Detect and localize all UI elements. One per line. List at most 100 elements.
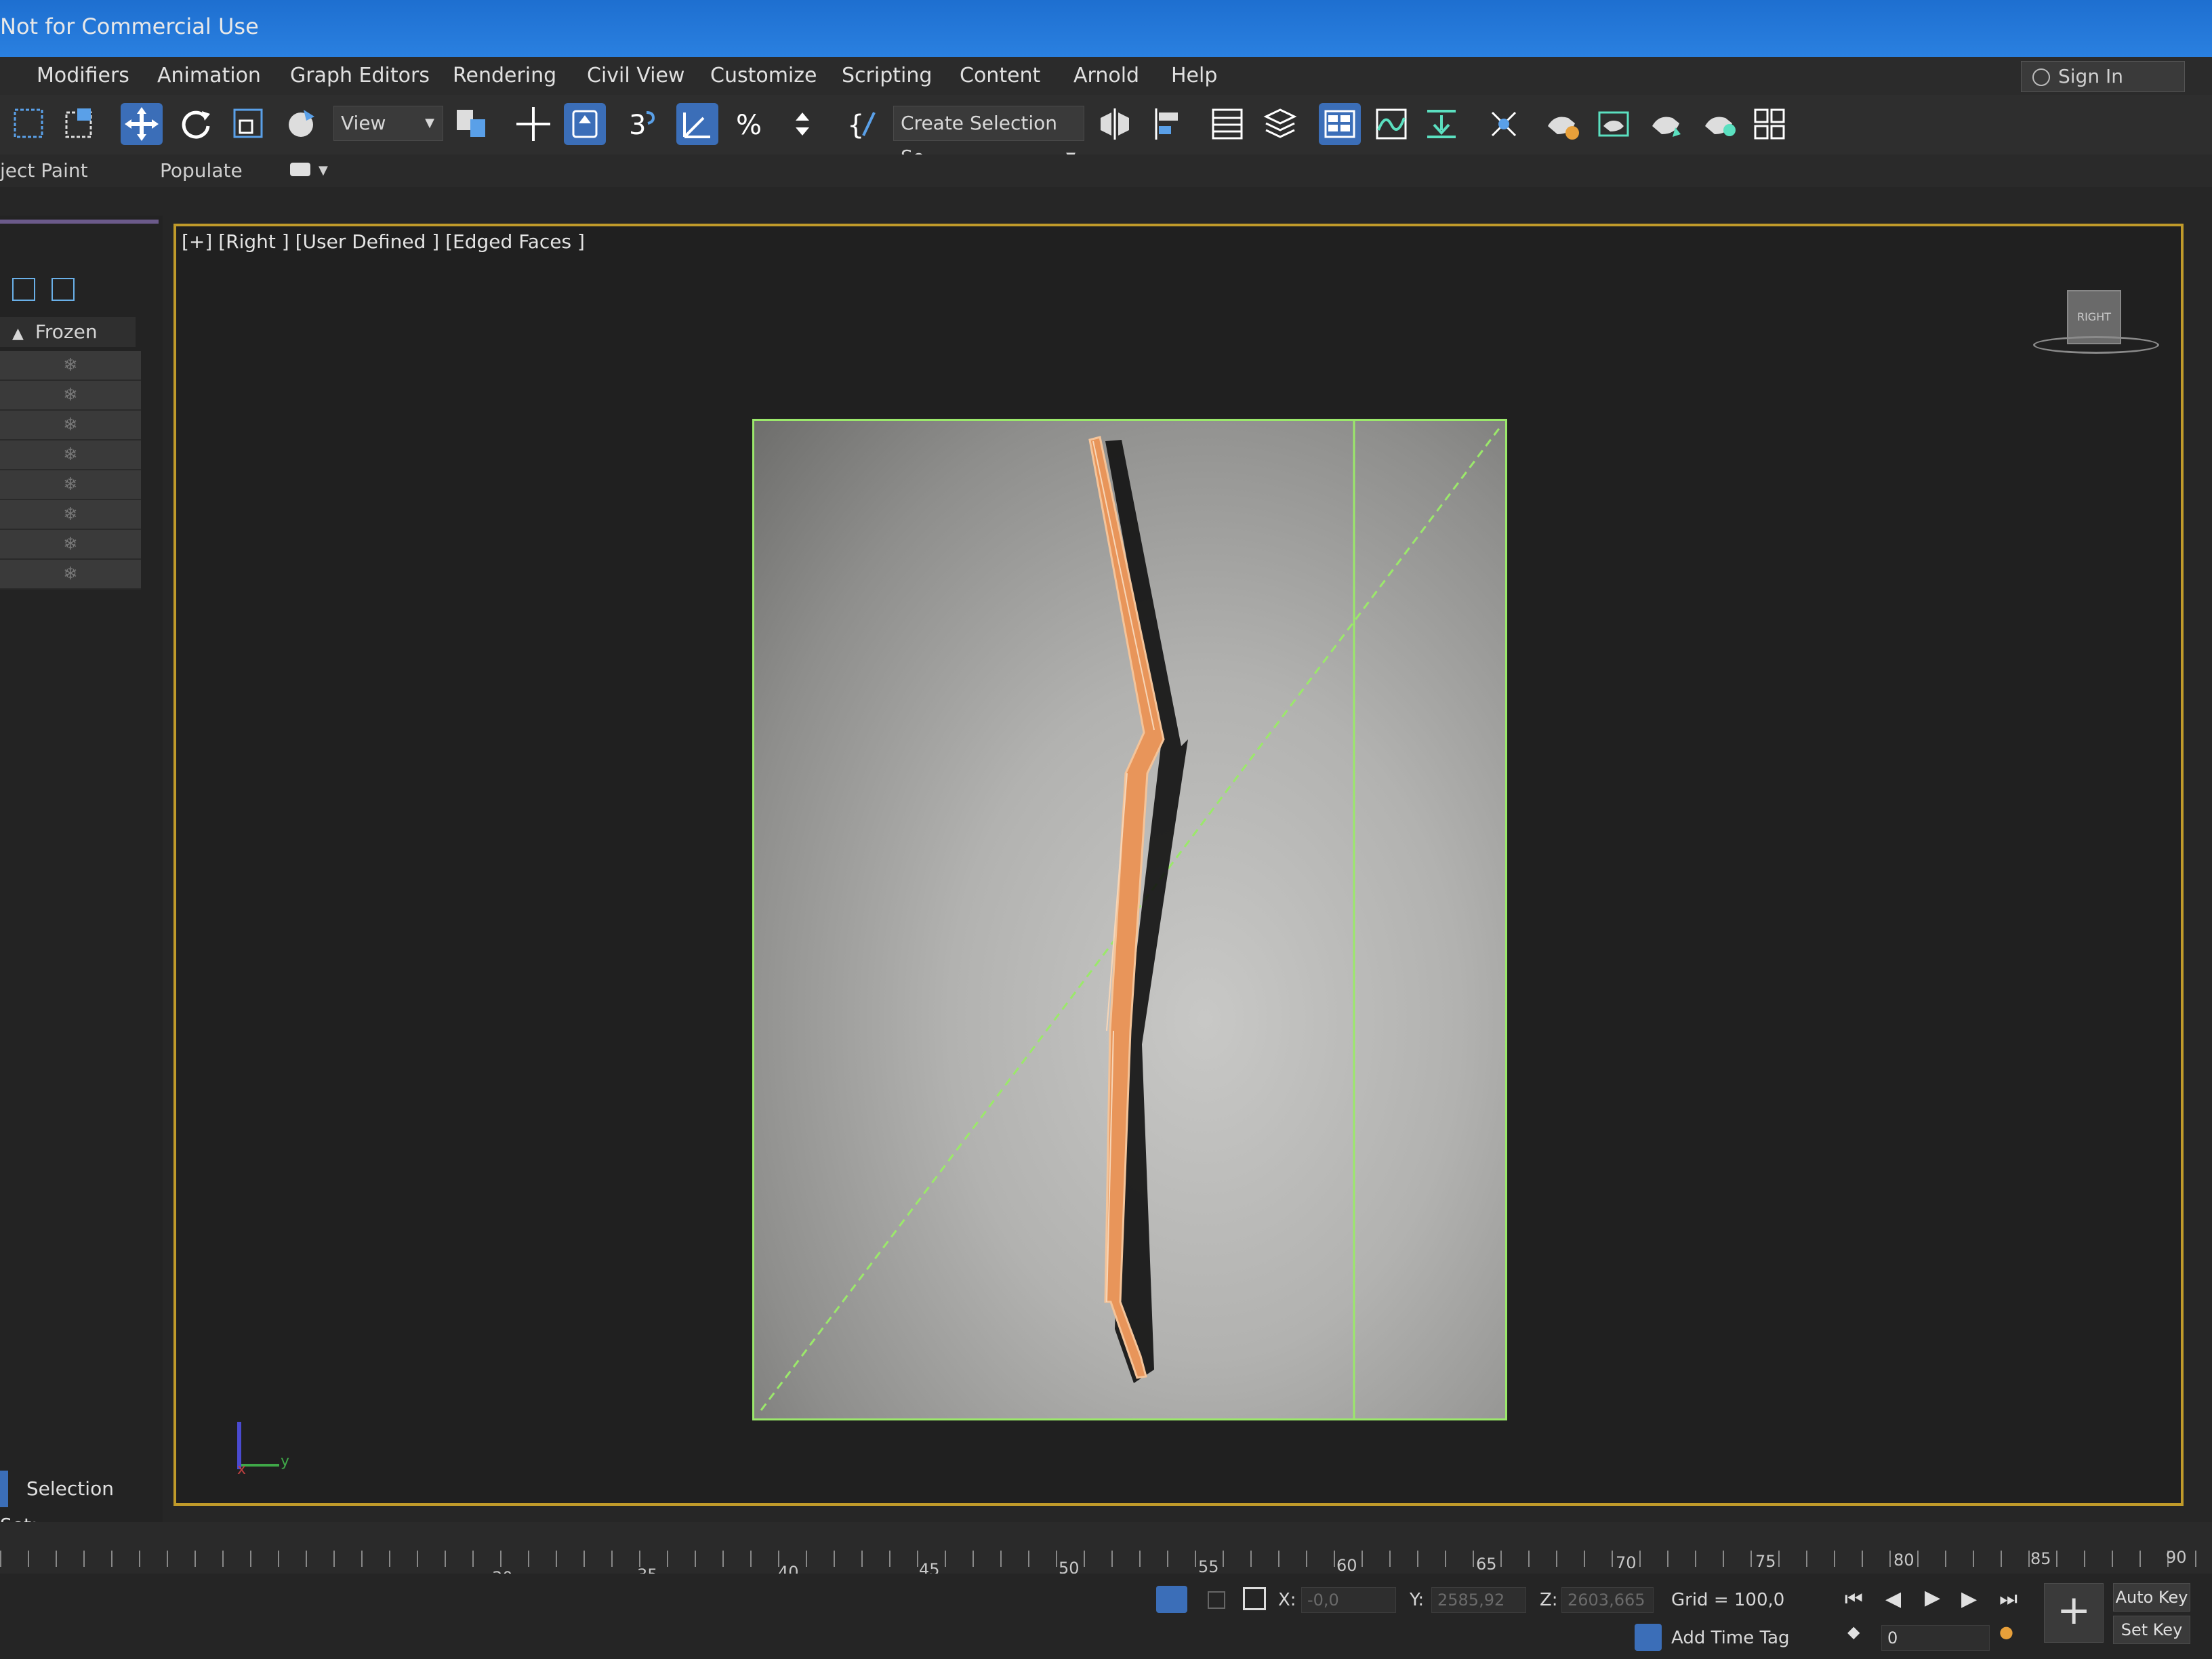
menu-civil-view[interactable]: Civil View (587, 57, 684, 95)
time-config-icon[interactable]: ● (1999, 1622, 2013, 1641)
percent-snap-icon[interactable]: % (731, 103, 773, 145)
previous-frame-icon[interactable]: ◀ (1885, 1587, 1901, 1611)
menu-graph-editors[interactable]: Graph Editors (290, 57, 430, 95)
selection-set-row[interactable]: Selection Set: (0, 1471, 156, 1536)
z-label: Z: (1540, 1590, 1558, 1610)
svg-text:%: % (736, 110, 762, 141)
angle-snap-icon[interactable] (676, 103, 718, 145)
grid-size-readout: Grid = 100,0 (1671, 1590, 1785, 1610)
time-tag-icon[interactable] (1635, 1624, 1662, 1651)
main-toolbar: View ▼ 3 % { Create Selection Se▼ (0, 95, 2212, 168)
play-icon[interactable]: ▶ (1925, 1586, 1940, 1610)
reference-image-plane[interactable] (752, 419, 1507, 1420)
timeline-label: 90 (2166, 1548, 2187, 1567)
reference-coordinate-dropdown[interactable]: View ▼ (333, 106, 443, 141)
frozen-toggle[interactable]: ❄ (0, 351, 141, 381)
timeline-label: 85 (2030, 1549, 2051, 1568)
viewport-label[interactable]: [+] [Right ] [User Defined ] [Edged Face… (182, 230, 585, 253)
ribbon-bar: ject Paint Populate ▼ (0, 155, 2212, 187)
auto-key-button[interactable]: Auto Key (2113, 1583, 2190, 1612)
chevron-down-icon[interactable]: ▼ (319, 155, 328, 187)
select-manipulate-icon[interactable] (564, 103, 606, 145)
menu-animation[interactable]: Animation (157, 57, 261, 95)
set-key-button[interactable]: Set Key (2113, 1616, 2190, 1644)
select-region-icon[interactable] (8, 103, 50, 145)
axis-y-label: y (281, 1453, 290, 1470)
timeline[interactable] (0, 1522, 2212, 1574)
frozen-toggle[interactable]: ❄ (0, 500, 141, 530)
rendered-frame-icon[interactable] (1593, 103, 1635, 145)
add-time-tag-button[interactable]: Add Time Tag (1671, 1628, 1790, 1648)
ribbon-tab-populate[interactable]: Populate (160, 155, 243, 187)
menu-scripting[interactable]: Scripting (842, 57, 932, 95)
menu-content[interactable]: Content (960, 57, 1040, 95)
next-frame-icon[interactable]: ▶ (1961, 1587, 1977, 1611)
curve-editor-icon[interactable] (1370, 103, 1412, 145)
move-icon[interactable] (121, 103, 163, 145)
menu-rendering[interactable]: Rendering (453, 57, 556, 95)
key-plus-icon: + (2057, 1586, 2091, 1634)
spinner-snap-icon[interactable] (782, 103, 824, 145)
frozen-toggle[interactable]: ❄ (0, 530, 141, 560)
sign-in-label: Sign In (2058, 65, 2123, 87)
menu-customize[interactable]: Customize (710, 57, 817, 95)
render-setup-icon[interactable] (1541, 103, 1583, 145)
scale-icon[interactable] (228, 103, 270, 145)
mirror-icon[interactable] (1094, 103, 1136, 145)
ribbon-toggle-icon[interactable] (1319, 103, 1361, 145)
isolate-selection-icon[interactable] (1156, 1586, 1187, 1613)
frozen-column-header[interactable]: ▲ Frozen (0, 317, 136, 347)
ribbon-tab-object-paint[interactable]: ject Paint (0, 155, 88, 187)
frozen-toggle[interactable]: ❄ (0, 381, 141, 411)
rotate-icon[interactable] (175, 103, 217, 145)
x-label: X: (1278, 1590, 1296, 1610)
scene-explorer-panel: ▲ Frozen ❄ ❄ ❄ ❄ ❄ ❄ ❄ ❄ Selection Set: (0, 216, 163, 1536)
user-icon (2032, 68, 2050, 86)
frozen-toggle[interactable]: ❄ (0, 411, 141, 441)
frozen-toggle[interactable]: ❄ (0, 560, 141, 590)
render-cloud-icon[interactable] (1698, 103, 1740, 145)
snaps-3d-icon[interactable]: 3 (622, 103, 664, 145)
hierarchy-view-icon[interactable] (12, 278, 35, 301)
y-label: Y: (1410, 1590, 1425, 1610)
selection-set-indicator (0, 1471, 8, 1507)
menu-arnold[interactable]: Arnold (1073, 57, 1139, 95)
panel-resize-handle[interactable] (0, 220, 159, 224)
frozen-toggle[interactable]: ❄ (0, 441, 141, 470)
scene-explorer-icon[interactable] (1206, 103, 1248, 145)
ribbon-options-icon[interactable] (290, 163, 310, 176)
status-bar: X: -0,0 Y: 2585,92 Z: 2603,665 Grid = 10… (0, 1574, 2212, 1659)
timeline-label: 65 (1476, 1555, 1497, 1574)
placement-icon[interactable] (281, 103, 323, 145)
x-coordinate-field[interactable]: -0,0 (1301, 1587, 1396, 1613)
arnold-icon[interactable] (1748, 103, 1790, 145)
go-to-start-icon[interactable]: ⏮ (1845, 1587, 1863, 1611)
viewcube-ring[interactable] (2033, 336, 2159, 354)
material-editor-icon[interactable] (1483, 103, 1525, 145)
svg-text:3: 3 (629, 110, 646, 141)
menu-modifiers[interactable]: Modifiers (37, 57, 129, 95)
sign-in-button[interactable]: Sign In (2021, 61, 2185, 92)
selected-object-wireframe[interactable] (754, 421, 1505, 1418)
set-key-big-button[interactable]: + (2044, 1583, 2104, 1643)
edit-named-sets-icon[interactable]: { (843, 103, 885, 145)
selection-lock-icon[interactable] (1208, 1591, 1225, 1609)
frozen-toggle[interactable]: ❄ (0, 470, 141, 500)
schematic-view-icon[interactable] (1420, 103, 1462, 145)
layer-view-icon[interactable] (52, 278, 75, 301)
z-coordinate-field[interactable]: 2603,665 (1561, 1587, 1654, 1613)
go-to-end-icon[interactable]: ⏭ (1999, 1587, 2018, 1611)
snap-toggle-icon[interactable] (512, 103, 554, 145)
key-mode-icon[interactable]: ◆ (1847, 1622, 1860, 1641)
layer-explorer-icon[interactable] (1259, 103, 1301, 145)
menu-help[interactable]: Help (1171, 57, 1217, 95)
timeline-ticks (0, 1551, 2212, 1567)
align-icon[interactable] (1148, 103, 1190, 145)
render-icon[interactable] (1645, 103, 1687, 145)
pivot-icon[interactable] (450, 103, 492, 145)
current-frame-field[interactable]: 0 (1881, 1625, 1990, 1651)
named-selection-sets-dropdown[interactable]: Create Selection Se▼ (893, 106, 1084, 168)
window-crossing-icon[interactable] (60, 103, 102, 145)
y-coordinate-field[interactable]: 2585,92 (1431, 1587, 1526, 1613)
absolute-mode-icon[interactable] (1243, 1587, 1266, 1610)
